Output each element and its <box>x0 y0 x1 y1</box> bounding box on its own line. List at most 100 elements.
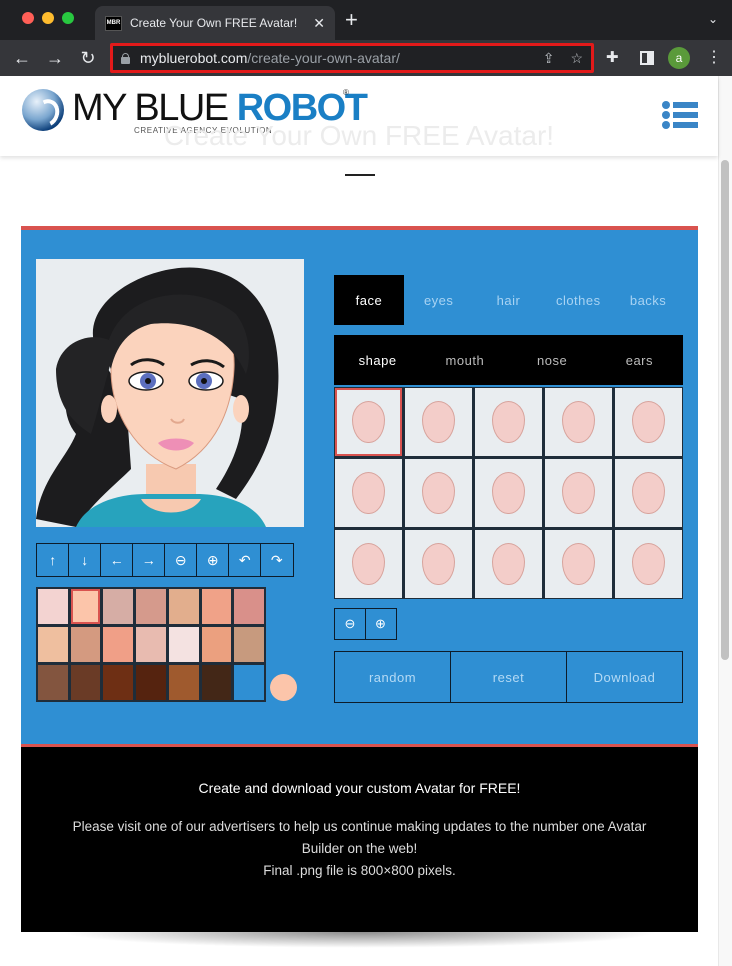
current-color-indicator <box>270 674 297 701</box>
profile-avatar[interactable]: a <box>668 47 690 69</box>
move-right-button[interactable]: → <box>132 543 166 577</box>
site-logo[interactable]: MY BLUE ROBOT <box>72 87 368 129</box>
skin-swatch[interactable] <box>103 665 134 700</box>
skin-swatch[interactable] <box>103 589 134 624</box>
skin-swatch[interactable] <box>234 589 264 624</box>
tab-eyes[interactable]: eyes <box>404 275 474 325</box>
face-shape-option[interactable] <box>545 388 612 456</box>
extensions-puzzle-icon[interactable]: ✚ <box>606 48 619 66</box>
scrollbar-thumb[interactable] <box>721 160 729 660</box>
skin-swatch[interactable] <box>38 589 68 624</box>
subtab-mouth[interactable]: mouth <box>421 335 508 385</box>
tab-search-chevron-icon[interactable]: ⌄ <box>708 12 718 26</box>
tab-title: Create Your Own FREE Avatar! <box>130 16 298 30</box>
skin-color-palette <box>36 587 266 702</box>
tab-face[interactable]: face <box>334 275 404 325</box>
bookmark-star-icon[interactable]: ☆ <box>570 50 583 67</box>
face-shape-option[interactable] <box>405 388 472 456</box>
position-toolbar: ↑ ↓ ← → ⊖ ⊕ ↶ ↷ <box>36 543 294 577</box>
skin-swatch[interactable] <box>201 627 232 662</box>
face-shape-icon <box>632 401 665 443</box>
back-arrow-icon[interactable]: ← <box>10 46 34 70</box>
undo-button[interactable]: ↶ <box>228 543 262 577</box>
face-shape-option[interactable] <box>475 388 542 456</box>
forward-arrow-icon[interactable]: → <box>43 46 67 70</box>
browser-menu-icon[interactable]: ⋮ <box>706 46 722 70</box>
redo-button[interactable]: ↷ <box>260 543 294 577</box>
face-shape-icon <box>492 543 525 585</box>
menu-list-icon[interactable] <box>662 100 698 130</box>
tab-close-icon[interactable]: ✕ <box>313 15 325 32</box>
side-panel-icon[interactable] <box>640 51 654 65</box>
logo-tagline: CREATIVE AGENCY EVOLUTION <box>134 126 273 135</box>
face-shape-icon <box>422 401 455 443</box>
face-shape-option[interactable] <box>615 530 682 598</box>
skin-swatch[interactable] <box>38 665 68 700</box>
face-shape-grid <box>334 387 683 599</box>
skin-swatch[interactable] <box>234 627 264 662</box>
face-shape-option[interactable] <box>475 530 542 598</box>
skin-swatch[interactable] <box>201 665 232 700</box>
reset-button[interactable]: reset <box>451 652 567 702</box>
scrollbar[interactable] <box>718 76 732 966</box>
lock-icon[interactable] <box>121 53 130 64</box>
grid-zoom-in-button[interactable]: ⊕ <box>364 608 397 640</box>
download-button[interactable]: Download <box>567 652 682 702</box>
move-down-button[interactable]: ↓ <box>68 543 102 577</box>
category-tabs: face eyes hair clothes backs <box>334 275 683 325</box>
skin-swatch[interactable] <box>70 665 101 700</box>
skin-swatch[interactable] <box>38 627 68 662</box>
zoom-in-button[interactable]: ⊕ <box>196 543 230 577</box>
skin-swatch[interactable] <box>168 589 199 624</box>
tab-hair[interactable]: hair <box>474 275 544 325</box>
skin-swatch[interactable] <box>136 665 166 700</box>
share-icon[interactable]: ⇪ <box>543 50 555 67</box>
skin-swatch[interactable] <box>168 665 199 700</box>
subtab-ears[interactable]: ears <box>596 335 683 385</box>
face-shape-icon <box>492 401 525 443</box>
skin-swatch[interactable] <box>168 627 199 662</box>
skin-swatch[interactable] <box>201 589 232 624</box>
zoom-out-button[interactable]: ⊖ <box>164 543 198 577</box>
address-bar[interactable]: mybluerobot.com /create-your-own-avatar/… <box>110 43 594 73</box>
maximize-window-button[interactable] <box>62 12 74 24</box>
site-header: MY BLUE ROBOT ® CREATIVE AGENCY EVOLUTIO… <box>0 76 718 156</box>
face-shape-option[interactable] <box>405 459 472 527</box>
logo-text-my-blue: MY BLUE <box>72 87 237 129</box>
face-shape-option[interactable] <box>615 388 682 456</box>
info-heading: Create and download your custom Avatar f… <box>198 780 521 796</box>
face-shape-icon <box>352 401 385 443</box>
skin-swatch[interactable] <box>136 627 166 662</box>
skin-swatch[interactable] <box>103 627 134 662</box>
tab-backs[interactable]: backs <box>613 275 683 325</box>
face-shape-icon <box>352 543 385 585</box>
subtab-nose[interactable]: nose <box>509 335 596 385</box>
random-button[interactable]: random <box>335 652 451 702</box>
skin-swatch[interactable] <box>70 589 101 624</box>
new-tab-icon[interactable]: + <box>345 8 358 32</box>
move-left-button[interactable]: ← <box>100 543 134 577</box>
minimize-window-button[interactable] <box>42 12 54 24</box>
face-shape-option[interactable] <box>335 388 402 456</box>
skin-swatch[interactable] <box>70 627 101 662</box>
face-shape-option[interactable] <box>545 459 612 527</box>
face-shape-option[interactable] <box>335 530 402 598</box>
skin-swatch[interactable] <box>136 589 166 624</box>
face-shape-option[interactable] <box>335 459 402 527</box>
page-content: MY BLUE ROBOT ® CREATIVE AGENCY EVOLUTIO… <box>0 76 732 966</box>
face-shape-option[interactable] <box>545 530 612 598</box>
reload-icon[interactable]: ↻ <box>76 46 100 70</box>
face-shape-option[interactable] <box>405 530 472 598</box>
close-window-button[interactable] <box>22 12 34 24</box>
tab-clothes[interactable]: clothes <box>543 275 613 325</box>
logo-globe-icon[interactable] <box>22 89 64 131</box>
grid-zoom-out-button[interactable]: ⊖ <box>334 608 366 640</box>
move-up-button[interactable]: ↑ <box>36 543 70 577</box>
info-line-file-size: Final .png file is 800×800 pixels. <box>263 863 456 878</box>
face-shape-option[interactable] <box>615 459 682 527</box>
face-shape-icon <box>352 472 385 514</box>
browser-tab[interactable]: MBR Create Your Own FREE Avatar! ✕ <box>95 6 335 40</box>
face-shape-option[interactable] <box>475 459 542 527</box>
subtab-shape[interactable]: shape <box>334 335 421 385</box>
face-shape-icon <box>422 543 455 585</box>
